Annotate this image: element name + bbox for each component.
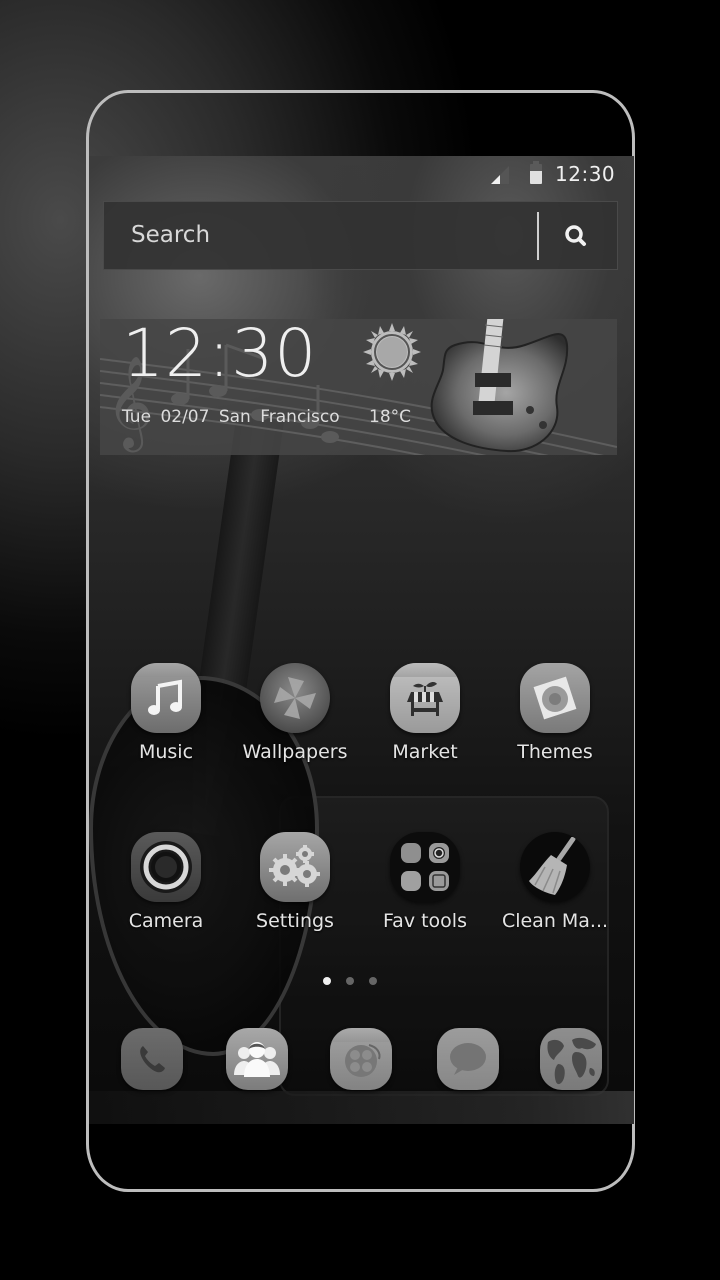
folder-grid-icon: [390, 832, 460, 902]
app-clean-master[interactable]: Clean Ma...: [495, 832, 615, 942]
page-dot-active[interactable]: [323, 977, 331, 985]
home-screen: 12:30 Search 𝄞 12:30 Tue 02/07 San Franc…: [89, 156, 634, 1124]
battery-icon: [530, 161, 542, 184]
contacts-icon: [234, 1042, 280, 1077]
globe-icon: [547, 1037, 596, 1085]
phone-icon: [140, 1046, 165, 1073]
dock-contacts[interactable]: [226, 1028, 288, 1090]
app-label: Themes: [517, 741, 593, 763]
widget-temperature: 18°C: [369, 407, 412, 427]
dock-messages[interactable]: [437, 1028, 499, 1090]
search-divider: [537, 212, 539, 260]
search-input[interactable]: Search: [131, 222, 210, 248]
widget-clock[interactable]: 12:30: [122, 319, 317, 392]
page-dot[interactable]: [369, 977, 377, 985]
signal-icon: [491, 166, 509, 184]
wallpaper-floor: [89, 1091, 634, 1124]
app-label: Music: [138, 741, 194, 763]
app-label: Market: [392, 741, 458, 763]
clock-weather-widget[interactable]: 𝄞 12:30 Tue 02/07 San Francisco 18°C: [100, 319, 617, 455]
app-drawer-icon: [345, 1044, 381, 1077]
search-button[interactable]: [552, 214, 600, 258]
camera-lens-icon: [131, 832, 201, 902]
app-settings[interactable]: Settings: [235, 832, 355, 942]
app-music[interactable]: Music: [106, 663, 226, 773]
app-camera[interactable]: Camera: [106, 832, 226, 942]
widget-date-location: Tue 02/07 San Francisco: [122, 407, 340, 427]
page-indicator: [319, 977, 379, 987]
app-label: Settings: [256, 910, 334, 932]
market-stall-icon: [390, 663, 460, 733]
sun-icon: [363, 323, 421, 381]
gears-icon: [260, 832, 330, 902]
search-bar[interactable]: Search: [103, 201, 618, 270]
chat-bubble-icon: [450, 1043, 486, 1075]
app-label: Clean Ma...: [501, 910, 609, 932]
broom-icon: [520, 832, 590, 902]
app-market[interactable]: Market: [365, 663, 485, 773]
dock-app-drawer[interactable]: [330, 1028, 392, 1090]
dock-phone[interactable]: [121, 1028, 183, 1090]
app-label: Camera: [128, 910, 204, 932]
app-wallpapers[interactable]: Wallpapers: [235, 663, 355, 773]
app-themes[interactable]: Themes: [495, 663, 615, 773]
status-time: 12:30: [555, 162, 616, 186]
dock-browser[interactable]: [540, 1028, 602, 1090]
search-icon: [565, 225, 586, 246]
music-note-icon: [131, 663, 201, 733]
app-fav-tools[interactable]: Fav tools: [365, 832, 485, 942]
flower-picture-icon: [520, 663, 590, 733]
guitar-image: [430, 319, 569, 453]
status-bar: 12:30: [89, 156, 634, 192]
app-label: Fav tools: [383, 910, 467, 932]
app-label: Wallpapers: [242, 741, 348, 763]
pinwheel-icon: [260, 663, 330, 733]
page-dot[interactable]: [346, 977, 354, 985]
